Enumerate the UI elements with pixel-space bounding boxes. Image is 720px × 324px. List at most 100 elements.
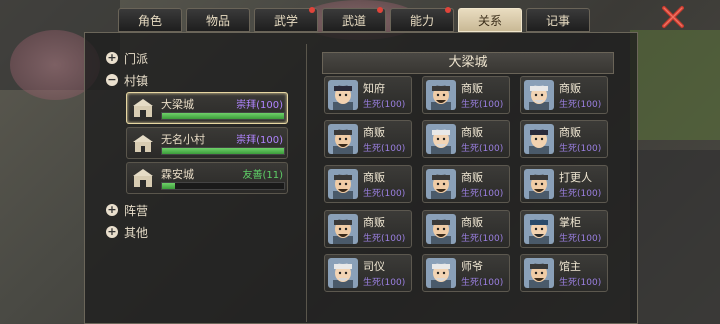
group-label: 其他 [124,225,149,240]
tab-abilities[interactable]: 能力 [390,7,454,32]
city-item-linan[interactable]: 霖安城 友善(11) [126,162,288,194]
npc-stat: 生死(100) [363,144,406,154]
npc-card[interactable]: 馆主生死(100) [520,254,608,292]
tab-relations[interactable]: 关系 [458,8,522,32]
npc-portrait-icon [328,80,358,110]
npc-portrait-icon [426,169,456,199]
npc-card[interactable]: 商贩生死(100) [520,76,608,114]
relation-bar [161,112,285,120]
npc-stat: 生死(100) [559,100,602,110]
close-icon[interactable] [660,4,686,30]
npc-portrait-icon [426,124,456,154]
npc-stat: 生死(100) [461,144,504,154]
group-label: 阵营 [124,203,149,218]
npc-stat: 生死(100) [461,234,504,244]
city-gate-icon [133,99,153,117]
npc-card[interactable]: 知府 生死(100) [324,76,412,114]
npc-portrait-icon [328,258,358,288]
npc-role: 商贩 [363,216,385,229]
tree-group-towns[interactable]: − 村镇 [106,70,148,90]
npc-role: 商贩 [461,216,483,229]
bg-roof [630,150,720,324]
tab-label: 武道 [341,13,366,28]
npc-role: 师爷 [461,260,483,273]
npc-card[interactable]: 商贩生死(100) [324,210,412,248]
city-item-daliang[interactable]: 大梁城 崇拜(100) [126,92,288,124]
city-name: 霖安城 [161,168,194,181]
tab-label: 关系 [477,13,502,28]
npc-stat: 生死(100) [363,100,406,110]
relation-bar [161,147,285,155]
npc-portrait-icon [328,214,358,244]
npc-role: 商贩 [461,82,483,95]
npc-card[interactable]: 掌柜 生死(100) [520,210,608,248]
npc-portrait-icon [524,258,554,288]
tree-group-other[interactable]: + 其他 [106,222,148,242]
npc-card[interactable]: 商贩生死(100) [324,120,412,158]
tab-label: 武学 [273,13,298,28]
tab-label: 物品 [205,13,230,28]
tab-character[interactable]: 角色 [118,8,182,32]
npc-role: 商贩 [363,126,385,139]
notification-dot [377,7,383,13]
npc-portrait-icon [328,169,358,199]
relation-bar-fill [162,148,284,154]
npc-stat: 生死(100) [559,189,602,199]
tab-martial-arts[interactable]: 武学 [254,7,318,32]
npc-stat: 生死(100) [461,100,504,110]
expand-icon: + [106,203,118,216]
npc-role: 商贩 [461,171,483,184]
npc-role: 商贩 [559,82,581,95]
npc-portrait-icon [328,124,358,154]
npc-stat: 生死(100) [559,278,602,288]
tree-group-sect[interactable]: + 门派 [106,48,148,68]
bg-field [630,30,720,140]
npc-portrait-icon [524,124,554,154]
city-name: 大梁城 [161,98,194,111]
relation-label: 崇拜(100) [236,135,283,146]
npc-portrait-icon [426,258,456,288]
city-item-village[interactable]: 无名小村 崇拜(100) [126,127,288,159]
npc-portrait-icon [426,80,456,110]
npc-role: 掌柜 [559,216,581,229]
tab-bar: 角色 物品 武学 武道 能力 关系 记事 [118,7,590,32]
npc-role: 打更人 [559,171,592,184]
npc-portrait-icon [426,214,456,244]
notification-dot [309,7,315,13]
tab-journal[interactable]: 记事 [526,8,590,32]
relation-bar-fill [162,183,176,189]
expand-icon: + [106,51,118,64]
relation-label: 崇拜(100) [236,100,283,111]
relation-bar-fill [162,113,284,119]
village-icon [133,135,153,152]
npc-card[interactable]: 商贩 生死(100) [422,120,510,158]
npc-role: 司仪 [363,260,385,273]
tab-label: 记事 [545,13,570,28]
npc-card[interactable]: 商贩生死(100) [422,210,510,248]
npc-role: 馆主 [559,260,581,273]
expand-icon: + [106,225,118,238]
npc-stat: 生死(100) [363,278,406,288]
npc-card[interactable]: 商贩 生死(100) [324,165,412,203]
collapse-icon: − [106,73,118,86]
city-name: 无名小村 [161,133,205,146]
tab-martial-way[interactable]: 武道 [322,7,386,32]
npc-portrait-icon [524,214,554,244]
npc-card[interactable]: 商贩 生死(100) [520,120,608,158]
npc-stat: 生死(100) [461,278,504,288]
tab-label: 角色 [137,13,162,28]
npc-stat: 生死(100) [559,144,602,154]
group-label: 村镇 [124,73,149,88]
location-title: 大梁城 [322,52,614,74]
npc-card[interactable]: 商贩生死(100) [422,76,510,114]
npc-card[interactable]: 司仪生死(100) [324,254,412,292]
npc-card[interactable]: 师爷生死(100) [422,254,510,292]
tree-group-camp[interactable]: + 阵营 [106,200,148,220]
npc-stat: 生死(100) [461,189,504,199]
relation-bar [161,182,285,190]
tab-items[interactable]: 物品 [186,8,250,32]
npc-stat: 生死(100) [363,234,406,244]
npc-card[interactable]: 商贩生死(100) [422,165,510,203]
npc-portrait-icon [524,169,554,199]
npc-card[interactable]: 打更人生死(100) [520,165,608,203]
